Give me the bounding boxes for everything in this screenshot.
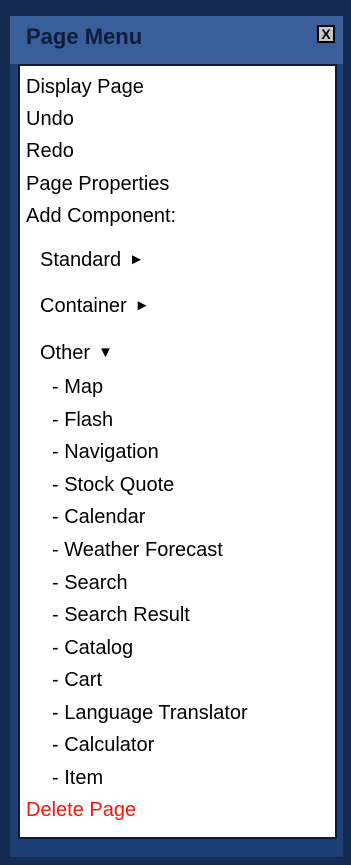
container-label: Container — [40, 295, 127, 317]
menu-body: Display Page Undo Redo Page Properties A… — [18, 64, 337, 839]
component-item[interactable]: - Calculator — [52, 732, 154, 758]
menu-item-delete-page[interactable]: Delete Page — [26, 797, 136, 823]
component-item[interactable]: - Language Translator — [52, 700, 248, 726]
standard-label: Standard — [40, 249, 122, 271]
expand-arrow-icon: ► — [129, 251, 145, 268]
component-item[interactable]: - Cart — [52, 667, 102, 693]
component-item[interactable]: - Search — [52, 570, 128, 596]
menu-list: Display Page Undo Redo Page Properties A… — [20, 66, 335, 837]
component-item[interactable]: - Stock Quote — [52, 472, 174, 498]
other-label: Other — [40, 342, 91, 364]
component-item[interactable]: - Calendar — [52, 504, 145, 530]
add-component-label: Add Component: — [26, 205, 177, 227]
menu-item-undo[interactable]: Undo — [26, 106, 74, 132]
menu-group-other[interactable]: Other ▼ — [40, 340, 113, 368]
collapse-arrow-icon: ▼ — [98, 344, 113, 361]
component-item[interactable]: - Flash — [52, 407, 113, 433]
component-item[interactable]: - Search Result — [52, 602, 190, 628]
component-item[interactable]: - Map — [52, 374, 103, 400]
page-menu-panel: Page Menu X Display Page Undo Redo Page … — [0, 0, 351, 865]
expand-arrow-icon: ► — [134, 297, 150, 314]
menu-item-redo[interactable]: Redo — [26, 138, 74, 164]
close-icon: X — [321, 26, 331, 42]
close-button[interactable]: X — [317, 25, 335, 43]
component-item[interactable]: - Catalog — [52, 635, 133, 661]
component-item[interactable]: - Navigation — [52, 439, 159, 465]
menu-item-display-page[interactable]: Display Page — [26, 74, 144, 100]
menu-group-container[interactable]: Container ► — [40, 293, 150, 321]
menu-group-standard[interactable]: Standard ► — [40, 247, 144, 275]
menu-item-page-properties[interactable]: Page Properties — [26, 171, 169, 197]
component-item[interactable]: - Weather Forecast — [52, 537, 223, 563]
panel-titlebar[interactable]: Page Menu X — [10, 16, 343, 64]
component-item[interactable]: - Item — [52, 765, 103, 791]
panel-title: Page Menu — [26, 24, 143, 49]
